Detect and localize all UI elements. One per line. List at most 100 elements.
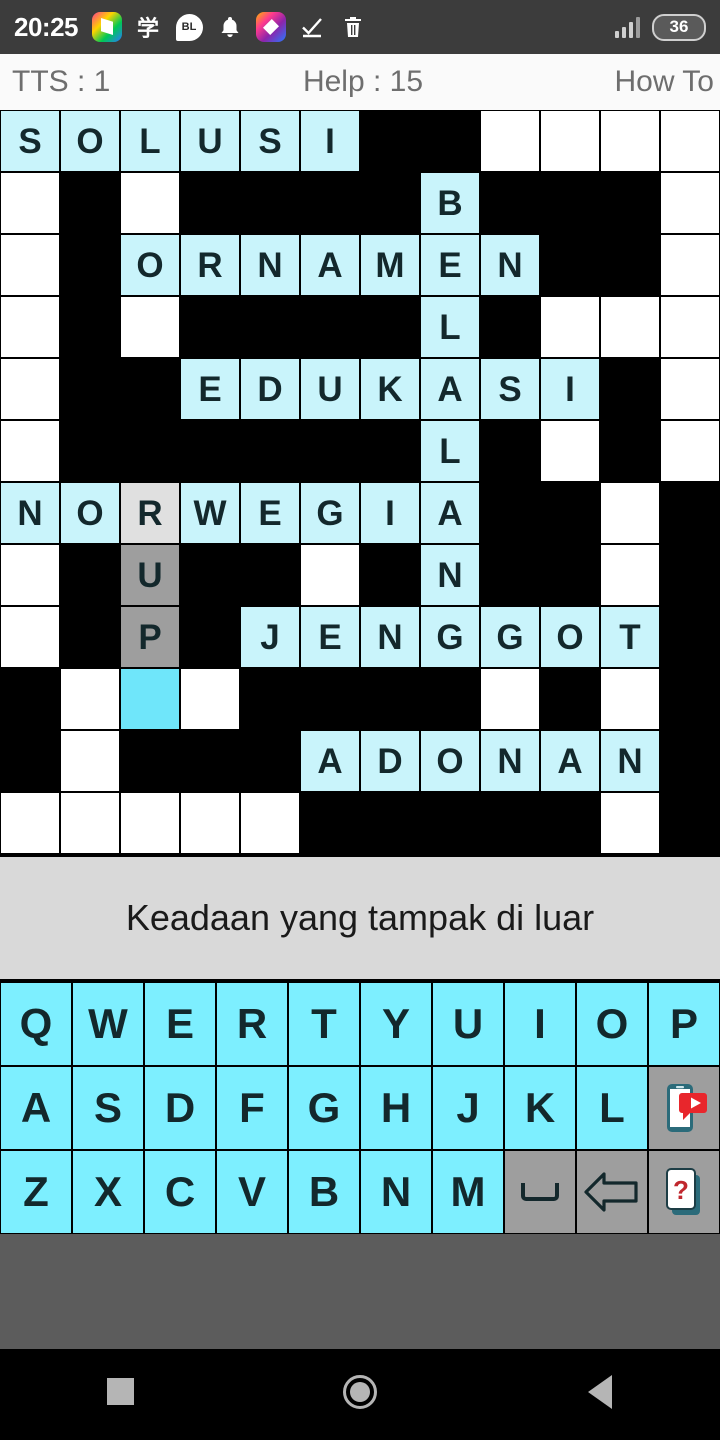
grid-letter-cell[interactable] bbox=[0, 792, 60, 854]
grid-letter-cell[interactable] bbox=[600, 544, 660, 606]
grid-letter-cell[interactable]: W bbox=[180, 482, 240, 544]
key-w[interactable]: W bbox=[72, 982, 144, 1066]
key-t[interactable]: T bbox=[288, 982, 360, 1066]
grid-letter-cell[interactable]: S bbox=[0, 110, 60, 172]
grid-letter-cell[interactable] bbox=[0, 544, 60, 606]
grid-letter-cell[interactable] bbox=[540, 296, 600, 358]
grid-letter-cell[interactable]: L bbox=[420, 420, 480, 482]
grid-letter-cell[interactable]: O bbox=[60, 110, 120, 172]
grid-letter-cell[interactable]: E bbox=[300, 606, 360, 668]
grid-letter-cell[interactable]: A bbox=[420, 482, 480, 544]
key-j[interactable]: J bbox=[432, 1066, 504, 1150]
grid-letter-cell[interactable]: T bbox=[600, 606, 660, 668]
grid-letter-cell[interactable]: O bbox=[60, 482, 120, 544]
grid-letter-cell[interactable] bbox=[180, 668, 240, 730]
back-button[interactable] bbox=[560, 1349, 640, 1434]
home-button[interactable] bbox=[320, 1349, 400, 1434]
grid-letter-cell[interactable] bbox=[240, 792, 300, 854]
key-o[interactable]: O bbox=[576, 982, 648, 1066]
grid-letter-cell[interactable] bbox=[0, 234, 60, 296]
grid-letter-cell[interactable]: M bbox=[360, 234, 420, 296]
grid-letter-cell[interactable] bbox=[0, 296, 60, 358]
grid-letter-cell[interactable] bbox=[600, 792, 660, 854]
key-m[interactable]: M bbox=[432, 1150, 504, 1234]
grid-letter-cell[interactable]: N bbox=[480, 234, 540, 296]
hint-card-key[interactable]: ? bbox=[648, 1150, 720, 1234]
grid-letter-cell[interactable] bbox=[60, 668, 120, 730]
grid-letter-cell[interactable] bbox=[0, 420, 60, 482]
grid-letter-cell[interactable]: N bbox=[420, 544, 480, 606]
grid-letter-cell[interactable]: B bbox=[420, 172, 480, 234]
grid-letter-cell[interactable]: U bbox=[120, 544, 180, 606]
grid-letter-cell[interactable] bbox=[540, 110, 600, 172]
grid-letter-cell[interactable]: I bbox=[540, 358, 600, 420]
grid-letter-cell[interactable] bbox=[660, 296, 720, 358]
grid-letter-cell[interactable]: A bbox=[540, 730, 600, 792]
key-v[interactable]: V bbox=[216, 1150, 288, 1234]
grid-letter-cell[interactable]: G bbox=[420, 606, 480, 668]
grid-letter-cell[interactable] bbox=[120, 296, 180, 358]
grid-letter-cell[interactable]: A bbox=[300, 730, 360, 792]
grid-letter-cell[interactable] bbox=[60, 730, 120, 792]
grid-letter-cell[interactable] bbox=[120, 792, 180, 854]
key-i[interactable]: I bbox=[504, 982, 576, 1066]
grid-letter-cell[interactable]: A bbox=[420, 358, 480, 420]
grid-letter-cell[interactable]: L bbox=[420, 296, 480, 358]
grid-letter-cell[interactable] bbox=[480, 110, 540, 172]
grid-letter-cell[interactable]: N bbox=[600, 730, 660, 792]
grid-letter-cell[interactable]: L bbox=[120, 110, 180, 172]
grid-letter-cell[interactable] bbox=[540, 420, 600, 482]
grid-letter-cell[interactable] bbox=[120, 668, 180, 730]
grid-letter-cell[interactable]: U bbox=[300, 358, 360, 420]
grid-letter-cell[interactable] bbox=[600, 668, 660, 730]
grid-letter-cell[interactable] bbox=[60, 792, 120, 854]
grid-letter-cell[interactable] bbox=[660, 358, 720, 420]
grid-letter-cell[interactable] bbox=[660, 420, 720, 482]
grid-letter-cell[interactable]: J bbox=[240, 606, 300, 668]
key-r[interactable]: R bbox=[216, 982, 288, 1066]
key-k[interactable]: K bbox=[504, 1066, 576, 1150]
key-e[interactable]: E bbox=[144, 982, 216, 1066]
grid-letter-cell[interactable] bbox=[660, 234, 720, 296]
grid-letter-cell[interactable] bbox=[0, 172, 60, 234]
grid-letter-cell[interactable]: E bbox=[180, 358, 240, 420]
grid-letter-cell[interactable]: O bbox=[120, 234, 180, 296]
grid-letter-cell[interactable]: I bbox=[300, 110, 360, 172]
key-b[interactable]: B bbox=[288, 1150, 360, 1234]
grid-letter-cell[interactable] bbox=[120, 172, 180, 234]
grid-letter-cell[interactable]: I bbox=[360, 482, 420, 544]
grid-letter-cell[interactable]: N bbox=[360, 606, 420, 668]
backspace-key[interactable] bbox=[576, 1150, 648, 1234]
key-h[interactable]: H bbox=[360, 1066, 432, 1150]
grid-letter-cell[interactable] bbox=[660, 110, 720, 172]
recents-button[interactable] bbox=[80, 1349, 160, 1434]
grid-letter-cell[interactable]: D bbox=[360, 730, 420, 792]
key-n[interactable]: N bbox=[360, 1150, 432, 1234]
grid-letter-cell[interactable]: O bbox=[540, 606, 600, 668]
grid-letter-cell[interactable] bbox=[600, 482, 660, 544]
grid-letter-cell[interactable] bbox=[600, 110, 660, 172]
grid-letter-cell[interactable]: S bbox=[240, 110, 300, 172]
key-x[interactable]: X bbox=[72, 1150, 144, 1234]
watch-video-ad-key[interactable] bbox=[648, 1066, 720, 1150]
grid-letter-cell[interactable]: P bbox=[120, 606, 180, 668]
key-c[interactable]: C bbox=[144, 1150, 216, 1234]
grid-letter-cell[interactable]: D bbox=[240, 358, 300, 420]
key-s[interactable]: S bbox=[72, 1066, 144, 1150]
key-a[interactable]: A bbox=[0, 1066, 72, 1150]
grid-letter-cell[interactable]: O bbox=[420, 730, 480, 792]
grid-letter-cell[interactable]: N bbox=[480, 730, 540, 792]
how-to-button[interactable]: How To bbox=[480, 65, 720, 99]
grid-letter-cell[interactable]: G bbox=[480, 606, 540, 668]
crossword-grid[interactable]: SOLUSIBORNAMENLEDUKASILNORWEGIAUNPJENGGO… bbox=[0, 110, 720, 854]
grid-letter-cell[interactable] bbox=[600, 296, 660, 358]
key-f[interactable]: F bbox=[216, 1066, 288, 1150]
grid-letter-cell[interactable]: E bbox=[420, 234, 480, 296]
key-u[interactable]: U bbox=[432, 982, 504, 1066]
grid-letter-cell[interactable]: K bbox=[360, 358, 420, 420]
grid-letter-cell[interactable]: G bbox=[300, 482, 360, 544]
key-z[interactable]: Z bbox=[0, 1150, 72, 1234]
space-bar-key[interactable] bbox=[504, 1150, 576, 1234]
grid-letter-cell[interactable]: R bbox=[180, 234, 240, 296]
grid-letter-cell[interactable] bbox=[0, 358, 60, 420]
